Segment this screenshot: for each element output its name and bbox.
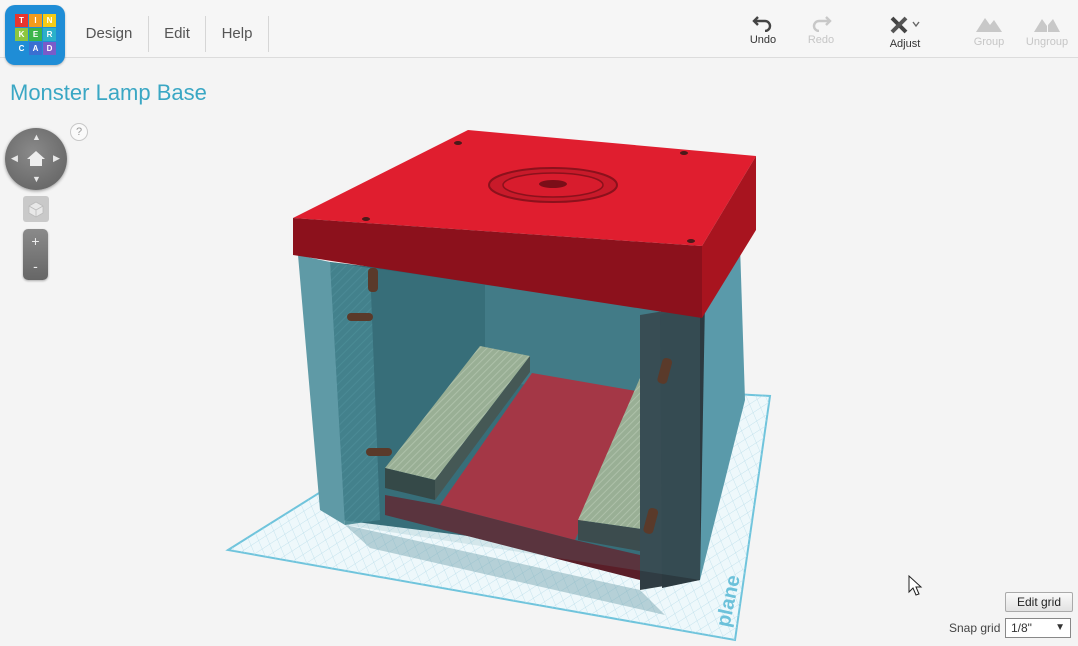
chevron-down-icon: ▼ [1055,622,1065,633]
logo-letter: D [43,42,56,55]
orbit-left-icon[interactable]: ◀ [11,153,18,164]
logo-letter: E [29,28,42,41]
logo-letter: N [43,14,56,27]
help-button[interactable]: ? [70,123,88,141]
zoom-in-button[interactable]: + [23,229,48,254]
snap-grid-label: Snap grid [949,621,1001,635]
orbit-right-icon[interactable]: ▶ [53,153,60,164]
logo-letter-grid: T I N K E R C A D [15,14,57,56]
3d-viewport[interactable]: plane [0,0,1078,646]
zoom-control: + - [23,229,48,280]
logo-letter: I [29,14,42,27]
cube-icon [28,201,44,218]
home-icon[interactable] [26,150,46,167]
logo-letter: R [43,28,56,41]
edit-grid-button[interactable]: Edit grid [1005,592,1073,612]
orbit-control[interactable]: ▲ ▼ ◀ ▶ [5,128,67,190]
logo-letter: C [15,42,28,55]
zoom-out-button[interactable]: - [23,254,48,279]
tinkercad-logo[interactable]: T I N K E R C A D [5,5,65,65]
logo-letter: K [15,28,28,41]
mouse-cursor-icon [908,574,923,596]
orbit-down-icon[interactable]: ▼ [32,174,41,184]
logo-letter: A [29,42,42,55]
snap-grid-value: 1/8" [1011,621,1032,635]
orbit-up-icon[interactable]: ▲ [32,132,41,142]
snap-grid-select[interactable]: 1/8" ▼ [1005,618,1071,638]
view-cube[interactable] [23,196,49,222]
logo-letter: T [15,14,28,27]
